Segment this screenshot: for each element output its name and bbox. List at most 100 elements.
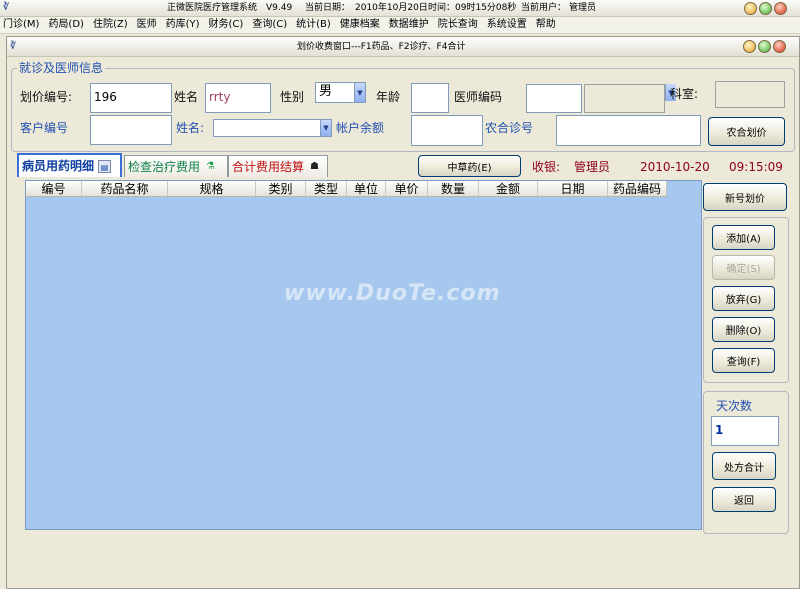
current-time-label: 时间： — [428, 3, 456, 13]
col-header-drug-name[interactable]: 药品名称 — [82, 181, 168, 196]
col-header-quantity[interactable]: 数量 — [428, 181, 479, 196]
col-header-category[interactable]: 类别 — [256, 181, 306, 196]
app-icon: ∛ — [3, 3, 10, 13]
rural-no-input[interactable] — [556, 115, 701, 146]
menu-bar: 门诊(M) 药局(D) 住院(Z) 医师 药库(Y) 财务(C) 查询(C) 统… — [0, 17, 800, 34]
dept-input[interactable] — [715, 81, 785, 108]
menu-drug-warehouse[interactable]: 药库(Y) — [166, 17, 200, 33]
return-button[interactable]: 返回 — [712, 487, 776, 512]
customer-no-label: 客户编号 — [20, 121, 69, 135]
delete-button[interactable]: 删除(O) — [712, 317, 775, 342]
age-input[interactable] — [411, 83, 449, 113]
balance-input[interactable] — [411, 115, 483, 146]
app-title: 正微医院医疗管理系统 — [167, 3, 258, 13]
name-label: 姓名 — [174, 90, 199, 104]
list-icon: ▤ — [98, 159, 112, 173]
herbal-medicine-button[interactable]: 中草药(E) — [418, 155, 521, 177]
col-header-drug-code[interactable]: 药品编码 — [608, 181, 667, 196]
gender-select[interactable]: 男 ▼ — [315, 82, 366, 103]
tab-examination-fees[interactable]: 检查治疗费用 ⚗ — [124, 155, 228, 177]
billing-window: ∛ 划价收费窗口---F1药品、F2诊疗、F4合计 就诊及医师信息 划价编号: … — [6, 36, 800, 589]
minimize-icon[interactable] — [743, 40, 756, 53]
grid-header: 编号 药品名称 规格 类别 类型 单位 单价 数量 金额 日期 药品编码 — [26, 181, 667, 197]
app-title-bar: ∛ 正微医院医疗管理系统 V9.49 当前日期： 2010年10月20日 时间：… — [0, 0, 800, 17]
current-date-value: 2010年10月20日 — [355, 3, 428, 13]
window-icon: ∛ — [10, 42, 17, 52]
medication-grid[interactable]: 编号 药品名称 规格 类别 类型 单位 单价 数量 金额 日期 药品编码 www… — [25, 180, 702, 530]
rural-billing-button[interactable]: 农合划价 — [708, 117, 785, 146]
customer-no-input[interactable] — [90, 115, 172, 145]
billing-window-title-bar: ∛ 划价收费窗口---F1药品、F2诊疗、F4合计 — [7, 37, 799, 57]
tab-total-settlement[interactable]: 合计费用结算 ☗ — [228, 155, 328, 177]
col-header-no[interactable]: 编号 — [26, 181, 82, 196]
current-user-label: 当前用户： — [521, 3, 567, 13]
gender-select-value: 男 — [319, 84, 333, 99]
chevron-down-icon[interactable]: ▼ — [354, 83, 365, 102]
menu-inpatient[interactable]: 住院(Z) — [93, 17, 128, 33]
menu-query[interactable]: 查询(C) — [252, 17, 287, 33]
menu-director-query[interactable]: 院长查询 — [438, 17, 478, 33]
current-date-label: 当前日期： — [305, 3, 351, 13]
minimize-icon[interactable] — [744, 2, 757, 15]
col-header-amount[interactable]: 金额 — [479, 181, 538, 196]
menu-data-maintenance[interactable]: 数据维护 — [389, 17, 429, 33]
col-header-unit-price[interactable]: 单价 — [386, 181, 428, 196]
age-label: 年龄 — [376, 90, 401, 104]
rural-no-label: 农合诊号 — [485, 121, 534, 135]
menu-health-records[interactable]: 健康档案 — [340, 17, 380, 33]
inner-window-controls — [743, 40, 786, 53]
days-label: 天次数 — [716, 399, 753, 413]
menu-statistics[interactable]: 统计(B) — [296, 17, 331, 33]
menu-finance[interactable]: 财务(C) — [209, 17, 244, 33]
current-time-value: 09时15分08秒 — [455, 3, 517, 13]
doctor-code-label: 医师编码 — [454, 90, 503, 104]
menu-outpatient[interactable]: 门诊(M) — [3, 17, 39, 33]
doctor-select[interactable]: ▼ — [584, 84, 676, 113]
discard-button[interactable]: 放弃(G) — [712, 286, 775, 311]
col-header-date[interactable]: 日期 — [538, 181, 608, 196]
col-header-spec[interactable]: 规格 — [168, 181, 256, 196]
new-billing-button[interactable]: 新号划价 — [703, 183, 787, 211]
dept-label: 科室: — [670, 87, 699, 101]
flask-icon: ⚗ — [206, 161, 215, 172]
col-header-type[interactable]: 类型 — [306, 181, 347, 196]
customer-name-select[interactable]: ▼ — [213, 119, 332, 137]
days-input[interactable]: 1 — [711, 416, 779, 446]
col-header-unit[interactable]: 单位 — [347, 181, 386, 196]
cashier-label: 收银: — [532, 160, 561, 174]
name-input[interactable]: rrty — [205, 83, 271, 113]
query-button[interactable]: 查询(F) — [712, 348, 775, 373]
menu-help[interactable]: 帮助 — [536, 17, 556, 33]
add-button[interactable]: 添加(A) — [712, 225, 775, 250]
tab-medication-details[interactable]: 病员用药明细 ▤ — [17, 153, 122, 177]
balance-label: 帐户余额 — [336, 121, 385, 135]
status-time: 09:15:09 — [729, 160, 783, 174]
maximize-icon[interactable] — [759, 2, 772, 15]
close-icon[interactable] — [774, 2, 787, 15]
menu-pharmacy[interactable]: 药局(D) — [48, 17, 84, 33]
outer-window-controls — [744, 2, 787, 15]
close-icon[interactable] — [773, 40, 786, 53]
customer-name-label: 姓名: — [176, 121, 205, 135]
tab-total-settlement-label: 合计费用结算 — [232, 159, 305, 174]
confirm-button[interactable]: 确定(S) — [712, 255, 775, 280]
gender-label: 性别 — [280, 90, 305, 104]
app-version: V9.49 — [266, 3, 293, 13]
tab-examination-fees-label: 检查治疗费用 — [128, 159, 201, 174]
maximize-icon[interactable] — [758, 40, 771, 53]
prescription-total-button[interactable]: 处方合计 — [712, 452, 776, 480]
watermark: www.DuoTe.com — [284, 281, 501, 306]
status-date: 2010-10-20 — [640, 160, 710, 174]
billing-no-label: 划价编号: — [20, 90, 73, 104]
chevron-down-icon[interactable]: ▼ — [320, 120, 331, 136]
billing-window-title: 划价收费窗口---F1药品、F2诊疗、F4合计 — [297, 42, 466, 52]
person-icon: ☗ — [310, 161, 319, 172]
patient-doctor-group-legend: 就诊及医师信息 — [17, 61, 106, 75]
billing-no-input[interactable]: 196 — [90, 83, 172, 113]
menu-physician[interactable]: 医师 — [137, 17, 157, 33]
doctor-code-input[interactable] — [526, 84, 582, 113]
tab-medication-details-label: 病员用药明细 — [22, 159, 95, 173]
cashier-value: 管理员 — [574, 160, 611, 174]
menu-system-settings[interactable]: 系统设置 — [487, 17, 527, 33]
current-user-value: 管理员 — [569, 3, 597, 13]
